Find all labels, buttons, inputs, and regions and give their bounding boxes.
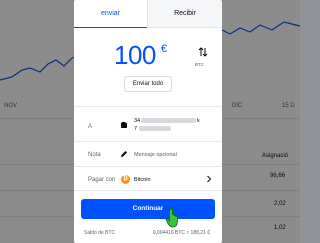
redacted-address-blur [141,118,196,123]
tab-recibir[interactable]: Recibir [147,0,222,28]
balance-label: Saldo de BTC [84,230,116,236]
recipient-address-line2[interactable]: 7 [134,126,137,132]
recipient-address-tail: k [197,118,200,124]
amount-value[interactable]: 100 [114,40,156,71]
divider [74,190,222,191]
divider [74,166,222,167]
pay-with-asset[interactable]: Bitcoin [134,177,151,183]
divider [74,141,222,142]
continue-button[interactable]: Continuar [81,199,215,219]
note-input[interactable]: Mensaje opcional [134,152,177,158]
recipient-address-line1[interactable]: 34 [134,118,140,124]
chevron-right-icon[interactable] [206,175,212,183]
redacted-address-blur [139,126,171,131]
recipient-label: A [88,124,93,130]
balance-value: 0,004416 BTC ≈ 188,21 € [152,230,210,236]
pencil-icon [121,151,127,157]
wallet-icon [121,122,127,128]
tab-enviar[interactable]: enviar [74,0,147,28]
swap-currency-label: BTC [195,62,204,67]
swap-currency-icon[interactable] [197,46,209,58]
pay-with-label: Pagar con [88,177,116,183]
note-label: Nota [88,152,101,158]
tab-bar: enviar Recibir [74,0,222,28]
bitcoin-icon: ₿ [121,175,130,184]
divider [74,106,222,107]
amount-currency: € [161,43,168,55]
send-all-button[interactable]: Enviar todo [124,76,172,92]
send-modal: enviar Recibir 100 € BTC Enviar todo A 3… [74,0,222,243]
hand-cursor-icon [165,207,178,228]
